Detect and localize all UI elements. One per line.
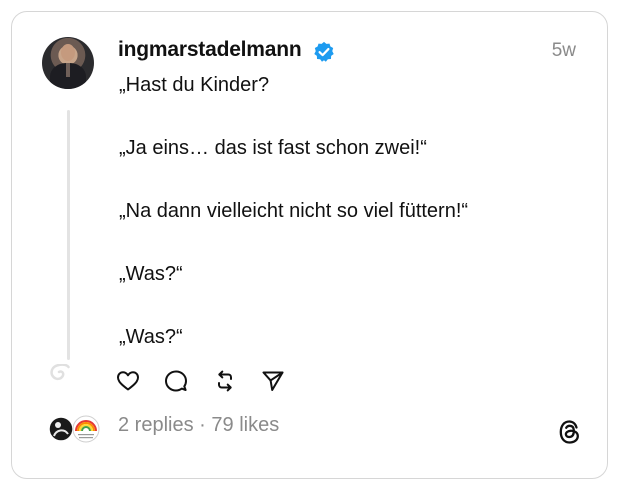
thread-line xyxy=(67,110,70,360)
post-text: „Hast du Kinder? „Ja eins… das ist fast … xyxy=(119,75,579,390)
post-line: „Was?“ xyxy=(119,263,183,285)
likes-count[interactable]: 79 likes xyxy=(211,414,279,436)
verified-badge-icon xyxy=(314,41,334,62)
post-line: „Na dann vielleicht nicht so viel fütter… xyxy=(119,200,469,222)
stats-separator: · xyxy=(193,414,212,436)
replies-count[interactable]: 2 replies xyxy=(118,414,194,436)
avatar[interactable] xyxy=(42,37,94,89)
repost-icon[interactable] xyxy=(213,369,237,393)
thread-curl-icon xyxy=(50,364,70,381)
reply-avatars[interactable] xyxy=(48,414,104,444)
heart-icon[interactable] xyxy=(116,369,140,393)
avatar-head xyxy=(61,44,75,61)
post-line: „Hast du Kinder? xyxy=(119,74,270,96)
post-line: „Ja eins… das ist fast schon zwei!“ xyxy=(119,137,427,159)
post-line: „Was?“ xyxy=(119,326,183,348)
threads-logo-icon[interactable] xyxy=(557,418,583,446)
send-icon[interactable] xyxy=(261,369,285,393)
username[interactable]: ingmarstadelmann xyxy=(118,38,302,62)
comment-icon[interactable] xyxy=(164,369,188,393)
timestamp: 5w xyxy=(551,40,576,61)
avatar-tie xyxy=(66,63,70,77)
post-stats: 2 replies · 79 likes xyxy=(118,414,279,437)
